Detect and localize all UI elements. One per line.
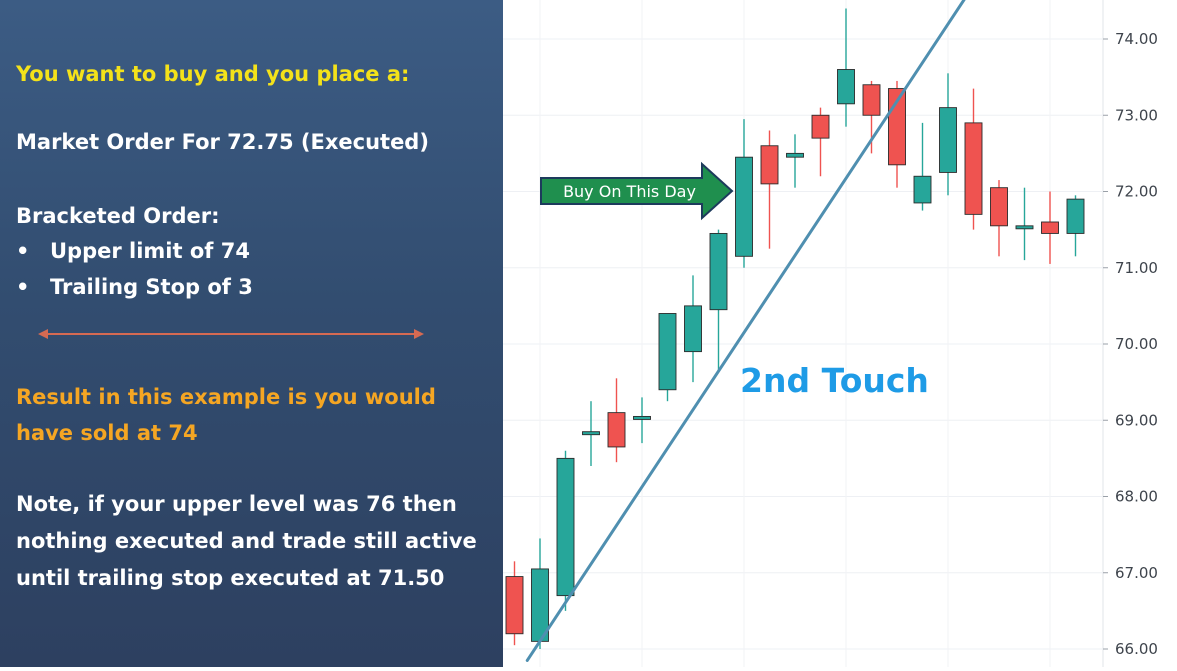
candle-body (582, 431, 600, 436)
candle (888, 80, 906, 188)
y-tick-label: 70.00 (1115, 335, 1158, 353)
candle (939, 73, 957, 196)
candle (1066, 195, 1085, 257)
buy-marker-label: Buy On This Day (563, 182, 696, 201)
divider-double-arrow-icon (38, 329, 424, 339)
candle-body (556, 457, 575, 597)
bullet-text: Trailing Stop of 3 (50, 275, 253, 299)
candle-body (786, 152, 804, 158)
y-tick-label: 71.00 (1115, 259, 1158, 277)
candle (786, 134, 804, 188)
bullet-text: Upper limit of 74 (50, 239, 250, 263)
candle-body (837, 69, 855, 105)
candle-body (964, 122, 983, 215)
bullet-trailing-stop: • Trailing Stop of 3 (16, 269, 253, 305)
candle (556, 450, 575, 611)
bullet-dot-icon: • (16, 239, 30, 263)
candle (607, 378, 626, 463)
chart-svg: Buy On This Day 2nd Touch 66.00 67.00 68.00… (503, 0, 1158, 667)
y-tick-label: 68.00 (1115, 488, 1158, 506)
candle-body (1015, 225, 1034, 230)
grid-layer (503, 0, 1104, 667)
candle (505, 561, 524, 646)
trendline (525, 0, 966, 662)
bullet-dot-icon: • (16, 275, 30, 299)
candle (658, 313, 677, 402)
bullet-upper-limit: • Upper limit of 74 (16, 233, 253, 269)
candle (582, 401, 600, 466)
candle (684, 275, 702, 383)
candle-body (735, 156, 753, 257)
candle (837, 8, 855, 127)
candle (735, 119, 753, 268)
result-line-1: Result in this example is you would (16, 385, 436, 409)
bracket-bullet-list: • Upper limit of 74 • Trailing Stop of 3 (16, 233, 253, 305)
candlestick-chart: Buy On This Day 2nd Touch 66.00 67.00 68.00… (503, 0, 1177, 667)
y-tick-label: 67.00 (1115, 564, 1158, 582)
candle-body (633, 415, 651, 420)
candle-body (990, 187, 1008, 227)
candle-layer (505, 8, 1085, 649)
y-tick-label: 69.00 (1115, 411, 1158, 429)
candle-body (1041, 221, 1059, 234)
candle (913, 122, 932, 211)
result-line-2: have sold at 74 (16, 421, 198, 445)
y-tick-label: 73.00 (1115, 106, 1158, 124)
candle (990, 180, 1008, 257)
candle (709, 229, 728, 371)
y-tick-label: 72.00 (1115, 183, 1158, 201)
explanation-panel: You want to buy and you place a: Market … (0, 0, 503, 667)
candle (1041, 191, 1059, 264)
candle (1015, 187, 1034, 261)
note-text: Note, if your upper level was 76 then no… (16, 492, 477, 590)
y-tick-label: 66.00 (1115, 640, 1158, 658)
candle-body (684, 305, 702, 353)
second-touch-annotation: 2nd Touch (740, 361, 929, 400)
candle-body (505, 576, 524, 635)
overlay-layer: Buy On This Day 2nd Touch (525, 0, 966, 662)
candle (964, 88, 983, 230)
candle-body (811, 114, 830, 139)
candle-body (760, 145, 779, 185)
intro-text: You want to buy and you place a: (16, 62, 410, 86)
candle-body (862, 84, 881, 116)
candle (862, 80, 881, 154)
y-axis: 66.00 67.00 68.00 69.00 70.00 71.00 72.00 73.00… (1103, 30, 1158, 658)
candle-body (1066, 198, 1085, 234)
candle (760, 130, 779, 249)
bracketed-heading: Bracketed Order: (16, 204, 220, 228)
candle-body (658, 313, 677, 391)
candle-body (913, 175, 932, 204)
candle-body (939, 107, 957, 173)
candle-body (607, 412, 626, 448)
market-order-text: Market Order For 72.75 (Executed) (16, 130, 429, 154)
y-tick-label: 74.00 (1115, 30, 1158, 48)
candle-body (709, 232, 728, 311)
candle (811, 107, 830, 177)
